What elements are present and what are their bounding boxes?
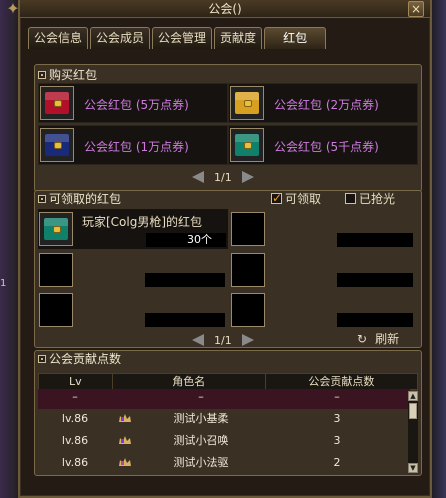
- claimable-checkbox[interactable]: [271, 190, 282, 206]
- table-scrollbar[interactable]: ▲ ▼: [408, 391, 418, 473]
- buy-pager: 1/1: [192, 170, 254, 184]
- side-text: 1: [0, 278, 7, 289]
- contribution-title: 公会贡献点数: [38, 351, 121, 367]
- empty-packet-amount: [337, 313, 413, 327]
- packet-label: 公会红包 (5千点券): [274, 140, 379, 154]
- packet-amount: 30个: [146, 233, 226, 247]
- empty-packet-amount: [145, 313, 225, 327]
- packet-owner-name: 玩家[Colg男枪]的红包: [82, 215, 203, 229]
- refresh-button[interactable]: ↻ 刷新: [357, 331, 399, 347]
- red-envelope-icon: [45, 92, 69, 114]
- table-row[interactable]: lv.86 测试小基柔 3: [38, 409, 410, 429]
- table-row-placeholder: – – –: [38, 389, 410, 409]
- tab-contribution[interactable]: 贡献度: [214, 27, 263, 49]
- contribution-table-header: Lv 角色名 公会贡献点数: [38, 373, 418, 390]
- packet-slot: [230, 128, 264, 162]
- empty-packet-amount: [337, 273, 413, 287]
- empty-packet-slot[interactable]: [39, 293, 73, 327]
- gold-envelope-icon: [235, 92, 259, 114]
- tab-guild-members[interactable]: 公会成员: [90, 27, 151, 49]
- prev-page-arrow-icon[interactable]: [192, 334, 204, 346]
- column-lv[interactable]: Lv: [39, 374, 113, 389]
- next-page-arrow-icon[interactable]: [241, 334, 254, 346]
- section-bullet-icon: [38, 355, 46, 363]
- scroll-up-icon[interactable]: ▲: [408, 391, 418, 401]
- packet-slot: [39, 212, 73, 246]
- table-row[interactable]: lv.86 测试小法驱 2: [38, 453, 410, 473]
- packet-label: 公会红包 (5万点券): [84, 98, 189, 112]
- tab-guild-info[interactable]: 公会信息: [28, 27, 89, 49]
- page-number: 1/1: [214, 333, 232, 347]
- claimable-packet-panel: 可领取的红包 可领取 已抢光 玩家[Colg男枪]的红包 30个 1/1 ↻刷新: [34, 190, 422, 348]
- class-icon: [119, 414, 131, 422]
- buy-packet-panel: 购买红包 公会红包 (5万点券) 公会红包 (2万点券) 公会红包 (1万点券)…: [34, 64, 422, 192]
- prev-page-arrow-icon[interactable]: [192, 171, 204, 183]
- green-envelope-icon: [235, 134, 259, 156]
- refresh-icon: ↻: [357, 332, 368, 346]
- page-number: 1/1: [214, 170, 232, 184]
- section-bullet-icon: [38, 195, 46, 203]
- scroll-down-icon[interactable]: ▼: [408, 463, 418, 473]
- packet-label: 公会红包 (2万点券): [274, 98, 379, 112]
- buy-packet-50k[interactable]: 公会红包 (5万点券): [38, 83, 228, 123]
- empty-packet-amount: [145, 273, 225, 287]
- empty-packet-slot[interactable]: [231, 212, 265, 246]
- filter-taken[interactable]: 已抢光: [345, 191, 395, 207]
- title-bar[interactable]: 公会() ×: [20, 0, 430, 18]
- column-name[interactable]: 角色名: [113, 374, 266, 389]
- empty-packet-slot[interactable]: [231, 253, 265, 287]
- next-page-arrow-icon[interactable]: [241, 171, 254, 183]
- close-button[interactable]: ×: [408, 1, 424, 17]
- buy-packet-grid: 公会红包 (5万点券) 公会红包 (2万点券) 公会红包 (1万点券) 公会红包…: [38, 83, 418, 193]
- section-bullet-icon: [38, 71, 46, 79]
- tab-red-packet[interactable]: 红包: [264, 27, 327, 49]
- taken-checkbox[interactable]: [345, 193, 356, 204]
- packet-slot: [40, 128, 74, 162]
- claimable-title: 可领取的红包: [38, 191, 121, 207]
- packet-label: 公会红包 (1万点券): [84, 140, 189, 154]
- buy-packet-20k[interactable]: 公会红包 (2万点券): [228, 83, 418, 123]
- blue-envelope-icon: [45, 134, 69, 156]
- tab-guild-manage[interactable]: 公会管理: [152, 27, 213, 49]
- empty-packet-amount: [337, 233, 413, 247]
- green-envelope-icon: [44, 218, 68, 240]
- scroll-thumb[interactable]: [409, 403, 417, 419]
- table-row[interactable]: lv.86 测试小召唤 3: [38, 431, 410, 451]
- tab-bar: 公会信息 公会成员 公会管理 贡献度 红包: [28, 27, 327, 49]
- packet-slot: [40, 86, 74, 120]
- class-icon: [119, 458, 131, 466]
- claim-packet-0[interactable]: 玩家[Colg男枪]的红包 30个: [38, 209, 228, 249]
- column-points[interactable]: 公会贡献点数: [266, 374, 417, 389]
- class-icon: [119, 436, 131, 444]
- filter-claimable[interactable]: 可领取: [271, 190, 321, 207]
- packet-slot: [230, 86, 264, 120]
- contribution-panel: 公会贡献点数 Lv 角色名 公会贡献点数 – – – lv.86 测试小基柔 3…: [34, 350, 422, 476]
- guild-window: 公会() × 公会信息 公会成员 公会管理 贡献度 红包 购买红包 公会红包 (…: [18, 0, 432, 498]
- empty-packet-slot[interactable]: [39, 253, 73, 287]
- buy-packet-10k[interactable]: 公会红包 (1万点券): [38, 125, 228, 165]
- window-title: 公会(): [208, 2, 242, 16]
- buy-packet-5k[interactable]: 公会红包 (5千点券): [228, 125, 418, 165]
- claim-pager: 1/1: [192, 333, 254, 347]
- empty-packet-slot[interactable]: [231, 293, 265, 327]
- buy-packet-title: 购买红包: [38, 67, 97, 83]
